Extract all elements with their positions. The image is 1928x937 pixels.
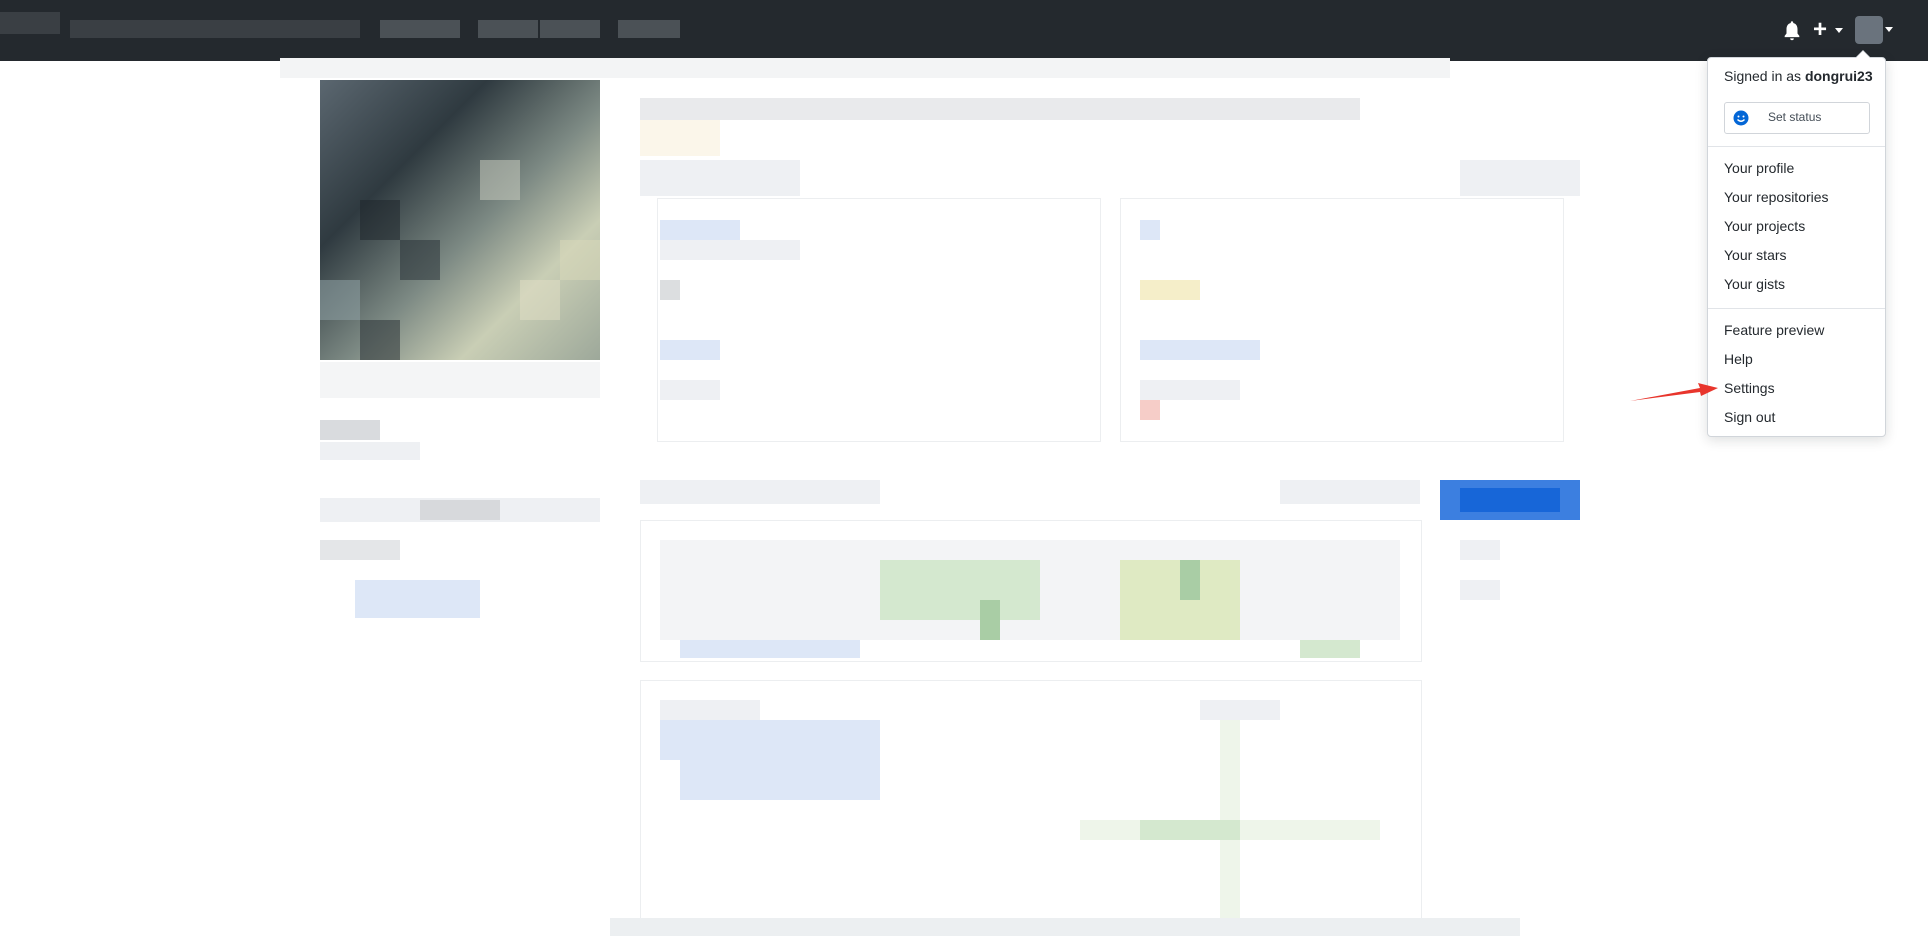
bell-icon[interactable] xyxy=(1782,20,1802,42)
blurred-bar xyxy=(610,918,1520,936)
blurred-heading xyxy=(1280,480,1420,504)
blurred-graph xyxy=(1180,560,1200,600)
blurred-text xyxy=(1140,280,1200,300)
blurred-nav-item xyxy=(478,20,538,38)
blurred-heading xyxy=(640,160,800,196)
blurred-text xyxy=(660,720,880,760)
blurred-text xyxy=(660,380,720,400)
menu-item-your-profile[interactable]: Your profile xyxy=(1724,158,1794,178)
blurred-text xyxy=(1140,340,1260,360)
menu-item-help[interactable]: Help xyxy=(1724,349,1753,369)
signed-in-label: Signed in as xyxy=(1724,68,1802,84)
blurred-text xyxy=(1140,400,1160,420)
blurred-search xyxy=(70,20,360,38)
blurred-text xyxy=(1140,220,1160,240)
blurred-logo xyxy=(0,12,60,34)
blurred-text xyxy=(1140,380,1240,400)
red-arrow-annotation xyxy=(1630,383,1718,401)
blurred-text xyxy=(420,500,500,520)
blurred-tabs xyxy=(640,98,1360,120)
smiley-icon xyxy=(1733,110,1749,126)
blurred-text xyxy=(320,540,400,560)
chevron-down-icon xyxy=(1835,28,1843,33)
blurred-nav-item xyxy=(618,20,680,38)
set-status-button[interactable]: Set status xyxy=(1724,102,1870,134)
plus-icon: + xyxy=(1813,16,1828,43)
divider xyxy=(1708,146,1885,147)
blurred-axis xyxy=(1140,820,1240,840)
menu-item-sign-out[interactable]: Sign out xyxy=(1724,407,1775,427)
divider xyxy=(1708,308,1885,309)
blurred-text xyxy=(680,760,880,800)
profile-photo xyxy=(320,80,600,360)
blurred-text xyxy=(1200,700,1280,720)
pinned-card xyxy=(1120,198,1564,442)
blurred-text xyxy=(660,700,760,720)
blurred-blue-button xyxy=(1440,480,1580,520)
menu-item-settings[interactable]: Settings xyxy=(1724,378,1775,398)
signed-in-header: Signed in as dongrui23 xyxy=(1724,66,1873,86)
blurred-text xyxy=(660,220,740,240)
blurred-text xyxy=(1460,580,1500,600)
menu-item-your-projects[interactable]: Your projects xyxy=(1724,216,1805,236)
blurred-text xyxy=(355,580,480,618)
menu-item-feature-preview[interactable]: Feature preview xyxy=(1724,320,1824,340)
blurred-nav-item xyxy=(540,20,600,38)
top-header: + xyxy=(0,0,1928,61)
blurred-tab xyxy=(640,120,720,156)
blurred-heading xyxy=(1460,160,1580,196)
blurred-text xyxy=(660,340,720,360)
menu-item-your-gists[interactable]: Your gists xyxy=(1724,274,1785,294)
blurred-graph xyxy=(980,600,1000,640)
blurred-bar xyxy=(280,58,1450,78)
user-dropdown-menu: Signed in as dongrui23 Set status Your p… xyxy=(1707,50,1886,437)
menu-item-your-stars[interactable]: Your stars xyxy=(1724,245,1787,265)
blurred-text xyxy=(660,240,800,260)
avatar xyxy=(1855,16,1883,44)
blurred-text xyxy=(320,442,420,460)
blurred-nav-item xyxy=(380,20,460,38)
blurred-text xyxy=(1300,640,1360,658)
username: dongrui23 xyxy=(1804,68,1873,84)
blurred-graph xyxy=(880,560,1040,620)
menu-item-your-repositories[interactable]: Your repositories xyxy=(1724,187,1829,207)
chevron-down-icon xyxy=(1885,27,1893,32)
blurred-text xyxy=(680,640,860,658)
blurred-text xyxy=(1460,540,1500,560)
set-status-label: Set status xyxy=(1768,110,1822,124)
blurred-text xyxy=(660,280,680,300)
blurred-heading xyxy=(640,480,880,504)
blurred-text xyxy=(320,362,600,398)
blurred-text xyxy=(320,420,380,440)
create-new-button[interactable]: + xyxy=(1813,17,1849,43)
